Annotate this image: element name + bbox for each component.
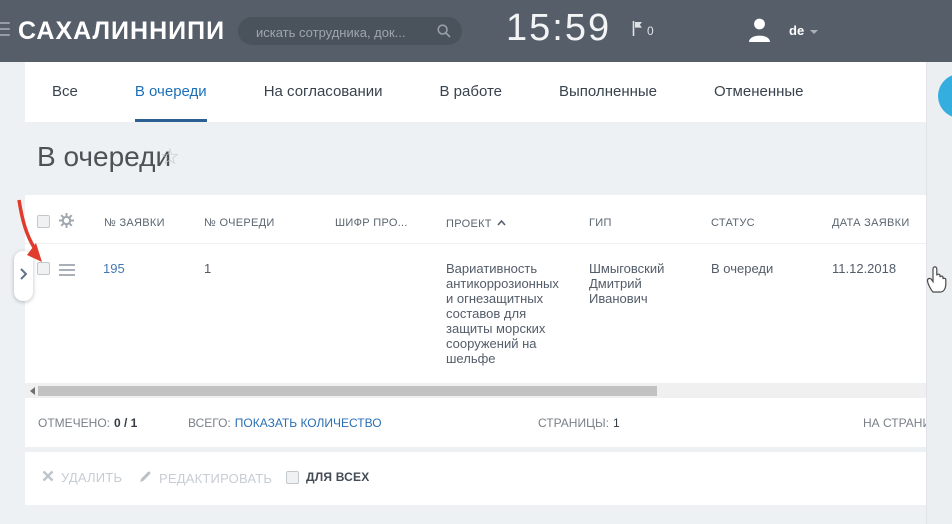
delete-button[interactable]: УДАЛИТЬ <box>42 470 122 485</box>
cell-gip: Шмыговский Дмитрий Иванович <box>589 261 679 306</box>
edit-button[interactable]: РЕДАКТИРОВАТЬ <box>139 470 272 486</box>
grid-settings-gear-icon[interactable] <box>59 213 74 233</box>
cell-request-no[interactable]: 195 <box>103 261 125 276</box>
notifications-button[interactable]: 0 <box>632 21 654 41</box>
header-divider <box>25 243 926 244</box>
cell-project: Вариативность антикоррозионных и огнезащ… <box>446 261 568 366</box>
for-all-label: ДЛЯ ВСЕХ <box>306 470 369 484</box>
sort-asc-icon <box>497 217 506 229</box>
right-rail <box>926 62 952 524</box>
tab-all[interactable]: Все <box>52 62 78 122</box>
search-input[interactable] <box>254 17 436 47</box>
tab-cancelled[interactable]: Отмененные <box>714 62 804 122</box>
total-label: ВСЕГО: <box>188 416 231 430</box>
chevron-down-icon <box>810 30 818 34</box>
for-all-checkbox[interactable] <box>286 471 299 484</box>
column-header-status[interactable]: СТАТУС <box>711 217 755 229</box>
column-header-project-label: ПРОЕКТ <box>446 218 492 230</box>
column-header-gip[interactable]: ГИП <box>589 217 612 229</box>
column-header-request-date[interactable]: ДАТА ЗАЯВКИ <box>832 217 910 229</box>
user-avatar-icon[interactable] <box>747 16 772 48</box>
scrollbar-thumb[interactable] <box>38 386 657 396</box>
selected-counter: ОТМЕЧЕНО: 0 / 1 <box>38 416 137 430</box>
for-all-control: ДЛЯ ВСЕХ <box>286 470 369 484</box>
row-menu-icon[interactable] <box>59 264 75 276</box>
column-header-queue-no[interactable]: № ОЧЕРЕДИ <box>204 217 275 229</box>
column-header-project[interactable]: ПРОЕКТ <box>446 217 506 230</box>
cell-status: В очереди <box>711 261 773 276</box>
page-title: В очереди <box>37 141 171 173</box>
edit-button-label: РЕДАКТИРОВАТЬ <box>159 471 272 486</box>
flag-icon <box>632 21 643 41</box>
total-counter: ВСЕГО: ПОКАЗАТЬ КОЛИЧЕСТВО <box>188 416 382 430</box>
scrollbar-left-arrow[interactable] <box>30 387 35 395</box>
grid-footer: ОТМЕЧЕНО: 0 / 1 ВСЕГО: ПОКАЗАТЬ КОЛИЧЕСТВО… <box>25 398 926 447</box>
pencil-icon <box>139 470 152 486</box>
show-count-link[interactable]: ПОКАЗАТЬ КОЛИЧЕСТВО <box>235 416 382 430</box>
action-bar: УДАЛИТЬ РЕДАКТИРОВАТЬ ДЛЯ ВСЕХ <box>25 452 926 505</box>
tab-bar: Все В очереди На согласовании В работе В… <box>25 62 926 122</box>
tab-in-progress[interactable]: В работе <box>440 62 503 122</box>
delete-button-label: УДАЛИТЬ <box>61 470 122 485</box>
pages-value: 1 <box>613 416 620 430</box>
tab-in-queue[interactable]: В очереди <box>135 62 207 122</box>
top-bar: САХАЛИННИПИ 15:59 0 <box>0 0 952 62</box>
user-menu-label: de <box>789 23 804 38</box>
notification-count: 0 <box>647 24 654 38</box>
menu-icon[interactable] <box>0 22 10 36</box>
cell-request-date: 11.12.2018 <box>832 261 896 276</box>
tab-completed[interactable]: Выполненные <box>559 62 657 122</box>
chevron-right-icon <box>20 267 27 285</box>
x-icon <box>42 470 54 485</box>
search-icon <box>436 23 452 44</box>
row-checkbox[interactable] <box>37 262 50 275</box>
select-all-checkbox[interactable] <box>37 215 50 228</box>
selected-value: 0 / 1 <box>114 416 137 430</box>
clock: 15:59 <box>506 7 611 50</box>
pages-counter: СТРАНИЦЫ: 1 <box>538 416 620 430</box>
column-header-request-no[interactable]: № ЗАЯВКИ <box>104 217 165 229</box>
search-box[interactable] <box>238 17 462 45</box>
selected-label: ОТМЕЧЕНО: <box>38 416 110 430</box>
favorite-star-icon[interactable]: ☆ <box>160 144 180 170</box>
pages-label: СТРАНИЦЫ: <box>538 416 609 430</box>
application-window: САХАЛИННИПИ 15:59 0 <box>0 0 952 524</box>
app-logo: САХАЛИННИПИ <box>18 17 225 46</box>
user-menu[interactable]: de <box>789 23 818 38</box>
column-header-project-code[interactable]: ШИФР ПРО... <box>335 217 408 229</box>
tab-on-approval[interactable]: На согласовании <box>264 62 383 122</box>
per-page-label: НА СТРАНИЦ <box>863 416 926 430</box>
horizontal-scrollbar[interactable] <box>25 384 926 398</box>
requests-grid: № ЗАЯВКИ № ОЧЕРЕДИ ШИФР ПРО... ПРОЕКТ ГИ… <box>25 195 926 383</box>
expand-panel-button[interactable] <box>14 251 33 301</box>
cell-queue-no: 1 <box>204 261 211 276</box>
